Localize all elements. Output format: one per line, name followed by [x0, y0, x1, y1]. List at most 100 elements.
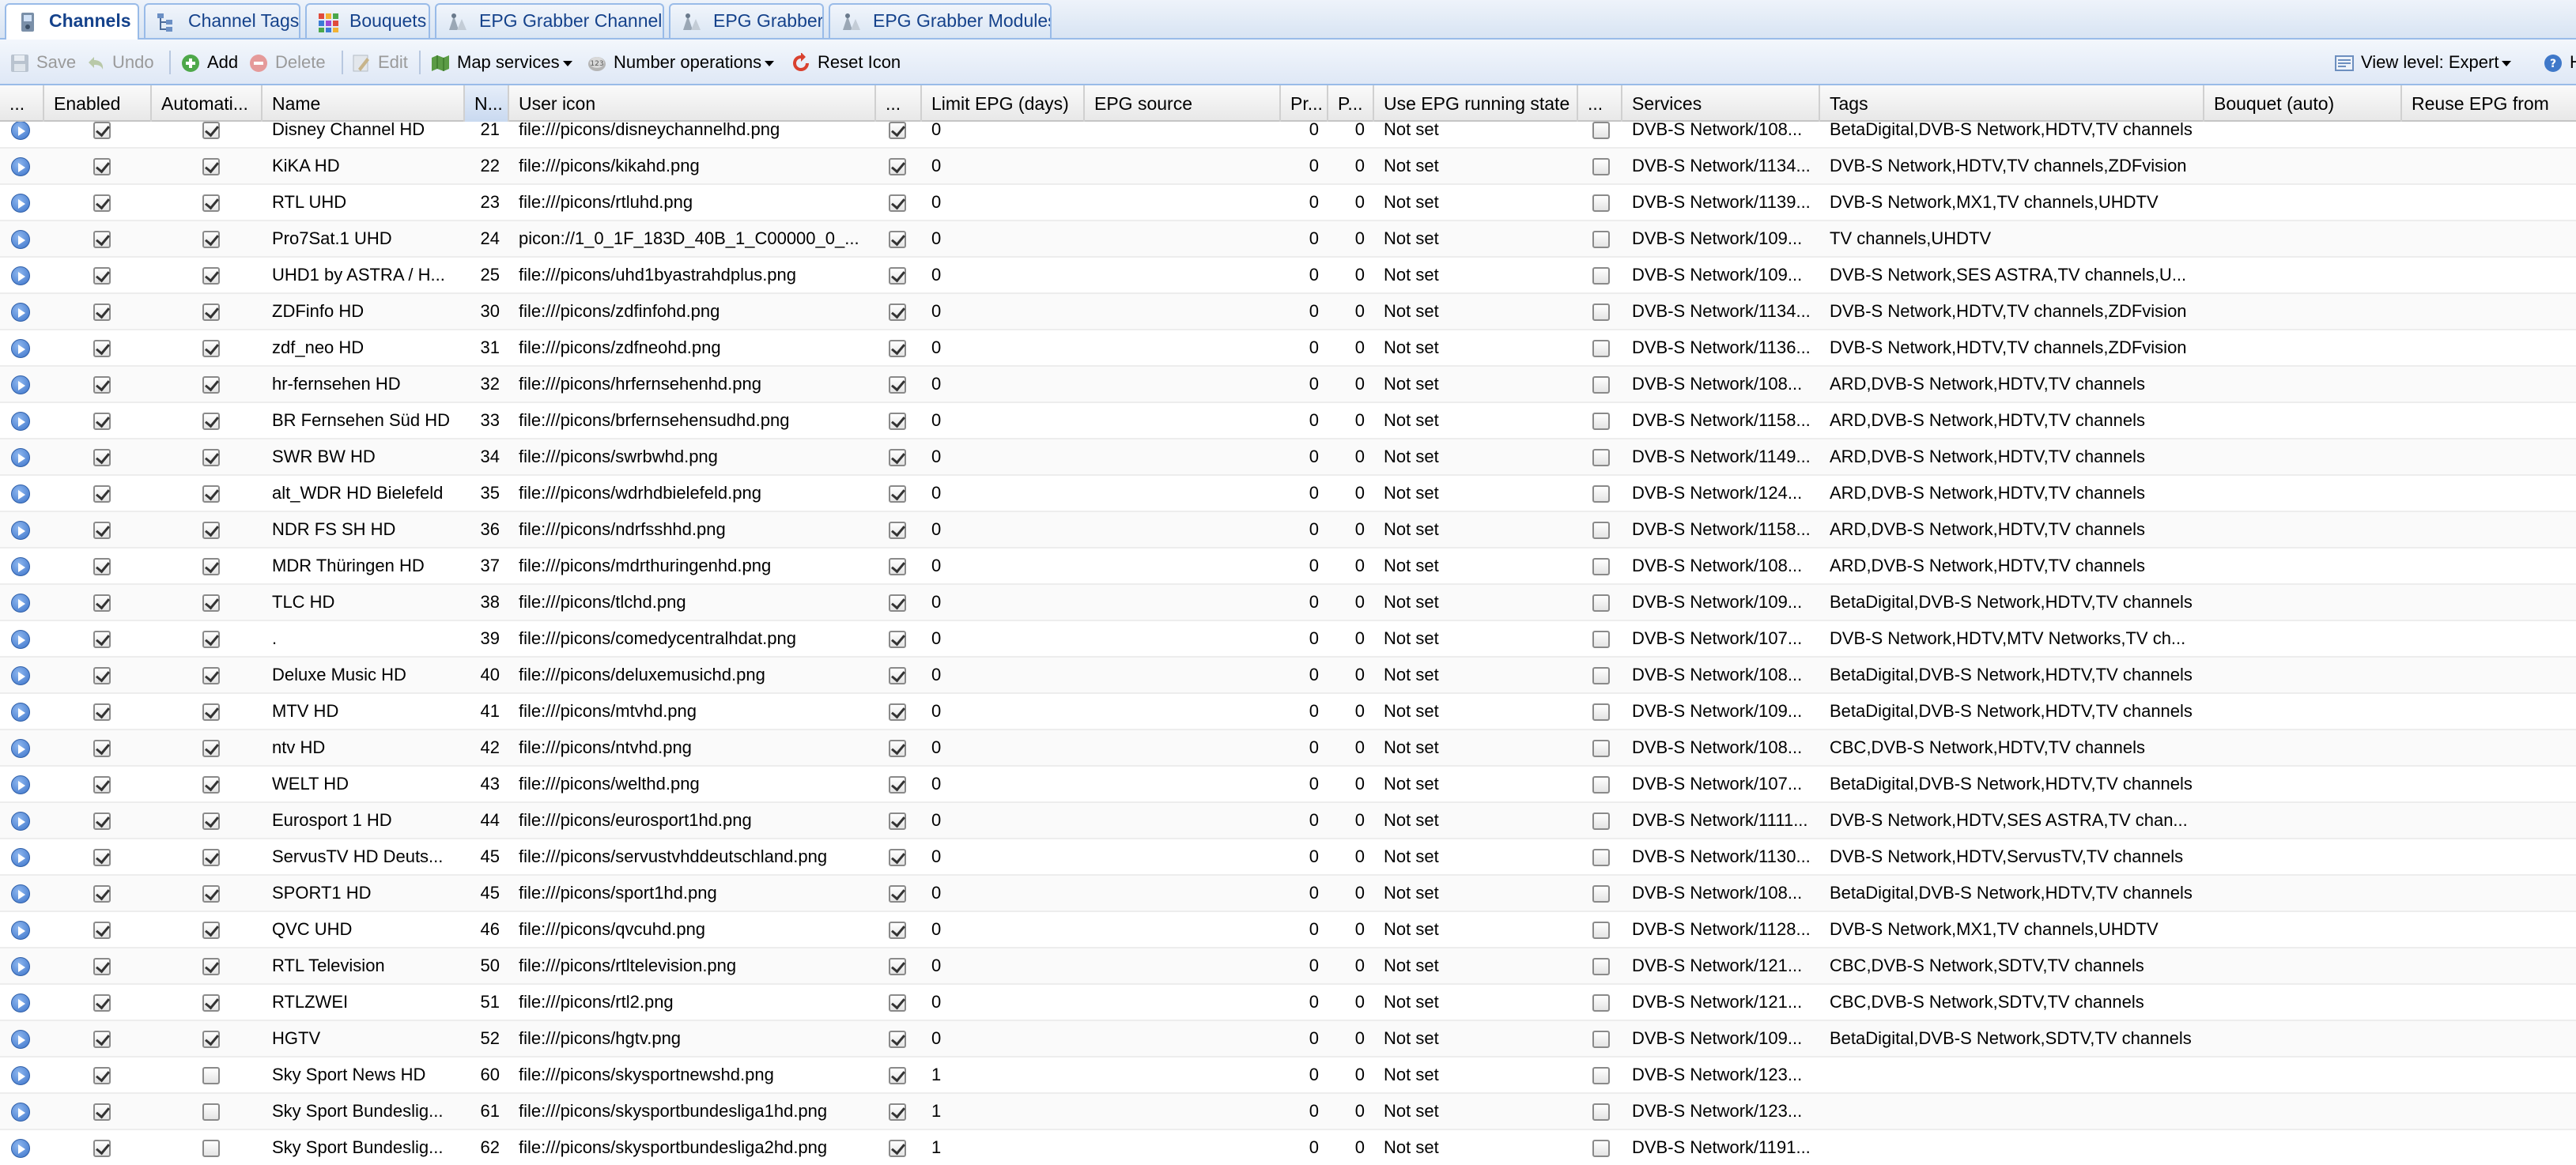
- icon-public-checkbox[interactable]: [889, 231, 906, 248]
- play-icon[interactable]: [11, 630, 30, 649]
- epg-option-checkbox[interactable]: [1592, 158, 1610, 175]
- enabled-checkbox[interactable]: [93, 594, 111, 612]
- table-row[interactable]: WELT HD 43 file:///picons/welthd.png 0 0 0 Not…: [0, 767, 2576, 803]
- icon-public-checkbox[interactable]: [889, 885, 906, 903]
- tab-channels[interactable]: Channels: [5, 3, 139, 40]
- epg-option-checkbox[interactable]: [1592, 1103, 1610, 1121]
- automatic-checkbox[interactable]: [202, 1067, 220, 1084]
- epg-option-checkbox[interactable]: [1592, 776, 1610, 794]
- enabled-checkbox[interactable]: [93, 194, 111, 212]
- automatic-checkbox[interactable]: [202, 594, 220, 612]
- enabled-checkbox[interactable]: [93, 485, 111, 503]
- icon-public-checkbox[interactable]: [889, 558, 906, 575]
- epg-option-checkbox[interactable]: [1592, 485, 1610, 503]
- enabled-checkbox[interactable]: [93, 558, 111, 575]
- play-icon[interactable]: [11, 739, 30, 758]
- enabled-checkbox[interactable]: [93, 1103, 111, 1121]
- enabled-checkbox[interactable]: [93, 522, 111, 539]
- table-row[interactable]: HGTV 52 file:///picons/hgtv.png 0 0 0 Not set D…: [0, 1021, 2576, 1058]
- enabled-checkbox[interactable]: [93, 703, 111, 721]
- column-header-p[interactable]: P...: [1328, 85, 1374, 122]
- add-button[interactable]: Add: [180, 47, 247, 77]
- enabled-checkbox[interactable]: [93, 1067, 111, 1084]
- icon-public-checkbox[interactable]: [889, 958, 906, 975]
- automatic-checkbox[interactable]: [202, 703, 220, 721]
- automatic-checkbox[interactable]: [202, 304, 220, 321]
- tab-bouquets[interactable]: Bouquets: [305, 3, 430, 38]
- delete-button[interactable]: Delete: [248, 47, 335, 77]
- epg-option-checkbox[interactable]: [1592, 1140, 1610, 1157]
- automatic-checkbox[interactable]: [202, 158, 220, 175]
- enabled-checkbox[interactable]: [93, 340, 111, 357]
- edit-button[interactable]: Edit: [351, 47, 422, 77]
- play-icon[interactable]: [11, 993, 30, 1012]
- automatic-checkbox[interactable]: [202, 122, 220, 139]
- table-row[interactable]: . 39 file:///picons/comedycentralhdat.png 0…: [0, 621, 2576, 658]
- epg-option-checkbox[interactable]: [1592, 849, 1610, 866]
- table-row[interactable]: Deluxe Music HD 40 file:///picons/deluxemu…: [0, 658, 2576, 694]
- icon-public-checkbox[interactable]: [889, 922, 906, 939]
- play-icon[interactable]: [11, 812, 30, 831]
- column-header-icon-public[interactable]: ...: [876, 85, 922, 122]
- table-row[interactable]: SWR BW HD 34 file:///picons/swrbwhd.png 0 0 0…: [0, 439, 2576, 476]
- epg-option-checkbox[interactable]: [1592, 376, 1610, 394]
- column-header-tags[interactable]: Tags: [1820, 85, 2204, 122]
- icon-public-checkbox[interactable]: [889, 1103, 906, 1121]
- play-icon[interactable]: [11, 484, 30, 503]
- table-row[interactable]: KiKA HD 22 file:///picons/kikahd.png 0 0 0 Not…: [0, 149, 2576, 185]
- enabled-checkbox[interactable]: [93, 994, 111, 1012]
- table-row[interactable]: TLC HD 38 file:///picons/tlchd.png 0 0 0 Not s…: [0, 585, 2576, 621]
- automatic-checkbox[interactable]: [202, 1140, 220, 1157]
- automatic-checkbox[interactable]: [202, 449, 220, 466]
- epg-option-checkbox[interactable]: [1592, 812, 1610, 830]
- table-row[interactable]: RTL UHD 23 file:///picons/rtluhd.png 0 0 0 Not…: [0, 185, 2576, 221]
- automatic-checkbox[interactable]: [202, 922, 220, 939]
- play-icon[interactable]: [11, 775, 30, 794]
- play-icon[interactable]: [11, 1103, 30, 1122]
- tab-epg-grabber-channels[interactable]: EPG Grabber Channels: [435, 3, 664, 38]
- automatic-checkbox[interactable]: [202, 885, 220, 903]
- play-icon[interactable]: [11, 1030, 30, 1049]
- table-row[interactable]: MTV HD 41 file:///picons/mtvhd.png 0 0 0 Not s…: [0, 694, 2576, 730]
- tab-epg-grabber[interactable]: EPG Grabber: [669, 3, 824, 38]
- enabled-checkbox[interactable]: [93, 158, 111, 175]
- icon-public-checkbox[interactable]: [889, 522, 906, 539]
- play-icon[interactable]: [11, 1066, 30, 1085]
- play-icon[interactable]: [11, 266, 30, 285]
- automatic-checkbox[interactable]: [202, 994, 220, 1012]
- epg-option-checkbox[interactable]: [1592, 558, 1610, 575]
- table-row[interactable]: hr-fernsehen HD 32 file:///picons/hrfernse…: [0, 367, 2576, 403]
- icon-public-checkbox[interactable]: [889, 304, 906, 321]
- save-button[interactable]: Save: [9, 47, 81, 77]
- icon-public-checkbox[interactable]: [889, 340, 906, 357]
- icon-public-checkbox[interactable]: [889, 667, 906, 684]
- automatic-checkbox[interactable]: [202, 267, 220, 285]
- reset-icon-button[interactable]: Reset Icon: [791, 47, 909, 77]
- enabled-checkbox[interactable]: [93, 304, 111, 321]
- tab-channel-tags[interactable]: Channel Tags: [144, 3, 300, 38]
- icon-public-checkbox[interactable]: [889, 122, 906, 139]
- epg-option-checkbox[interactable]: [1592, 922, 1610, 939]
- icon-public-checkbox[interactable]: [889, 776, 906, 794]
- epg-option-checkbox[interactable]: [1592, 594, 1610, 612]
- enabled-checkbox[interactable]: [93, 958, 111, 975]
- epg-option-checkbox[interactable]: [1592, 231, 1610, 248]
- table-row[interactable]: RTLZWEI 51 file:///picons/rtl2.png 0 0 0 Not s…: [0, 985, 2576, 1021]
- table-row[interactable]: BR Fernsehen Süd HD 33 file:///picons/brfe…: [0, 403, 2576, 439]
- enabled-checkbox[interactable]: [93, 231, 111, 248]
- column-header-epg-source[interactable]: EPG source: [1085, 85, 1281, 122]
- column-header-name[interactable]: Name: [263, 85, 465, 122]
- table-row[interactable]: Disney Channel HD 21 file:///picons/disney…: [0, 122, 2576, 149]
- icon-public-checkbox[interactable]: [889, 740, 906, 757]
- automatic-checkbox[interactable]: [202, 631, 220, 648]
- epg-option-checkbox[interactable]: [1592, 122, 1610, 139]
- play-icon[interactable]: [11, 412, 30, 431]
- column-header-epg-option[interactable]: ...: [1578, 85, 1622, 122]
- table-row[interactable]: alt_WDR HD Bielefeld 35 file:///picons/wdr…: [0, 476, 2576, 512]
- table-row[interactable]: QVC UHD 46 file:///picons/qvcuhd.png 0 0 0 Not…: [0, 912, 2576, 948]
- table-row[interactable]: ntv HD 42 file:///picons/ntvhd.png 0 0 0 Not s…: [0, 730, 2576, 767]
- icon-public-checkbox[interactable]: [889, 413, 906, 430]
- table-row[interactable]: Sky Sport Bundeslig... 61 file:///picons/s…: [0, 1094, 2576, 1130]
- icon-public-checkbox[interactable]: [889, 631, 906, 648]
- automatic-checkbox[interactable]: [202, 849, 220, 866]
